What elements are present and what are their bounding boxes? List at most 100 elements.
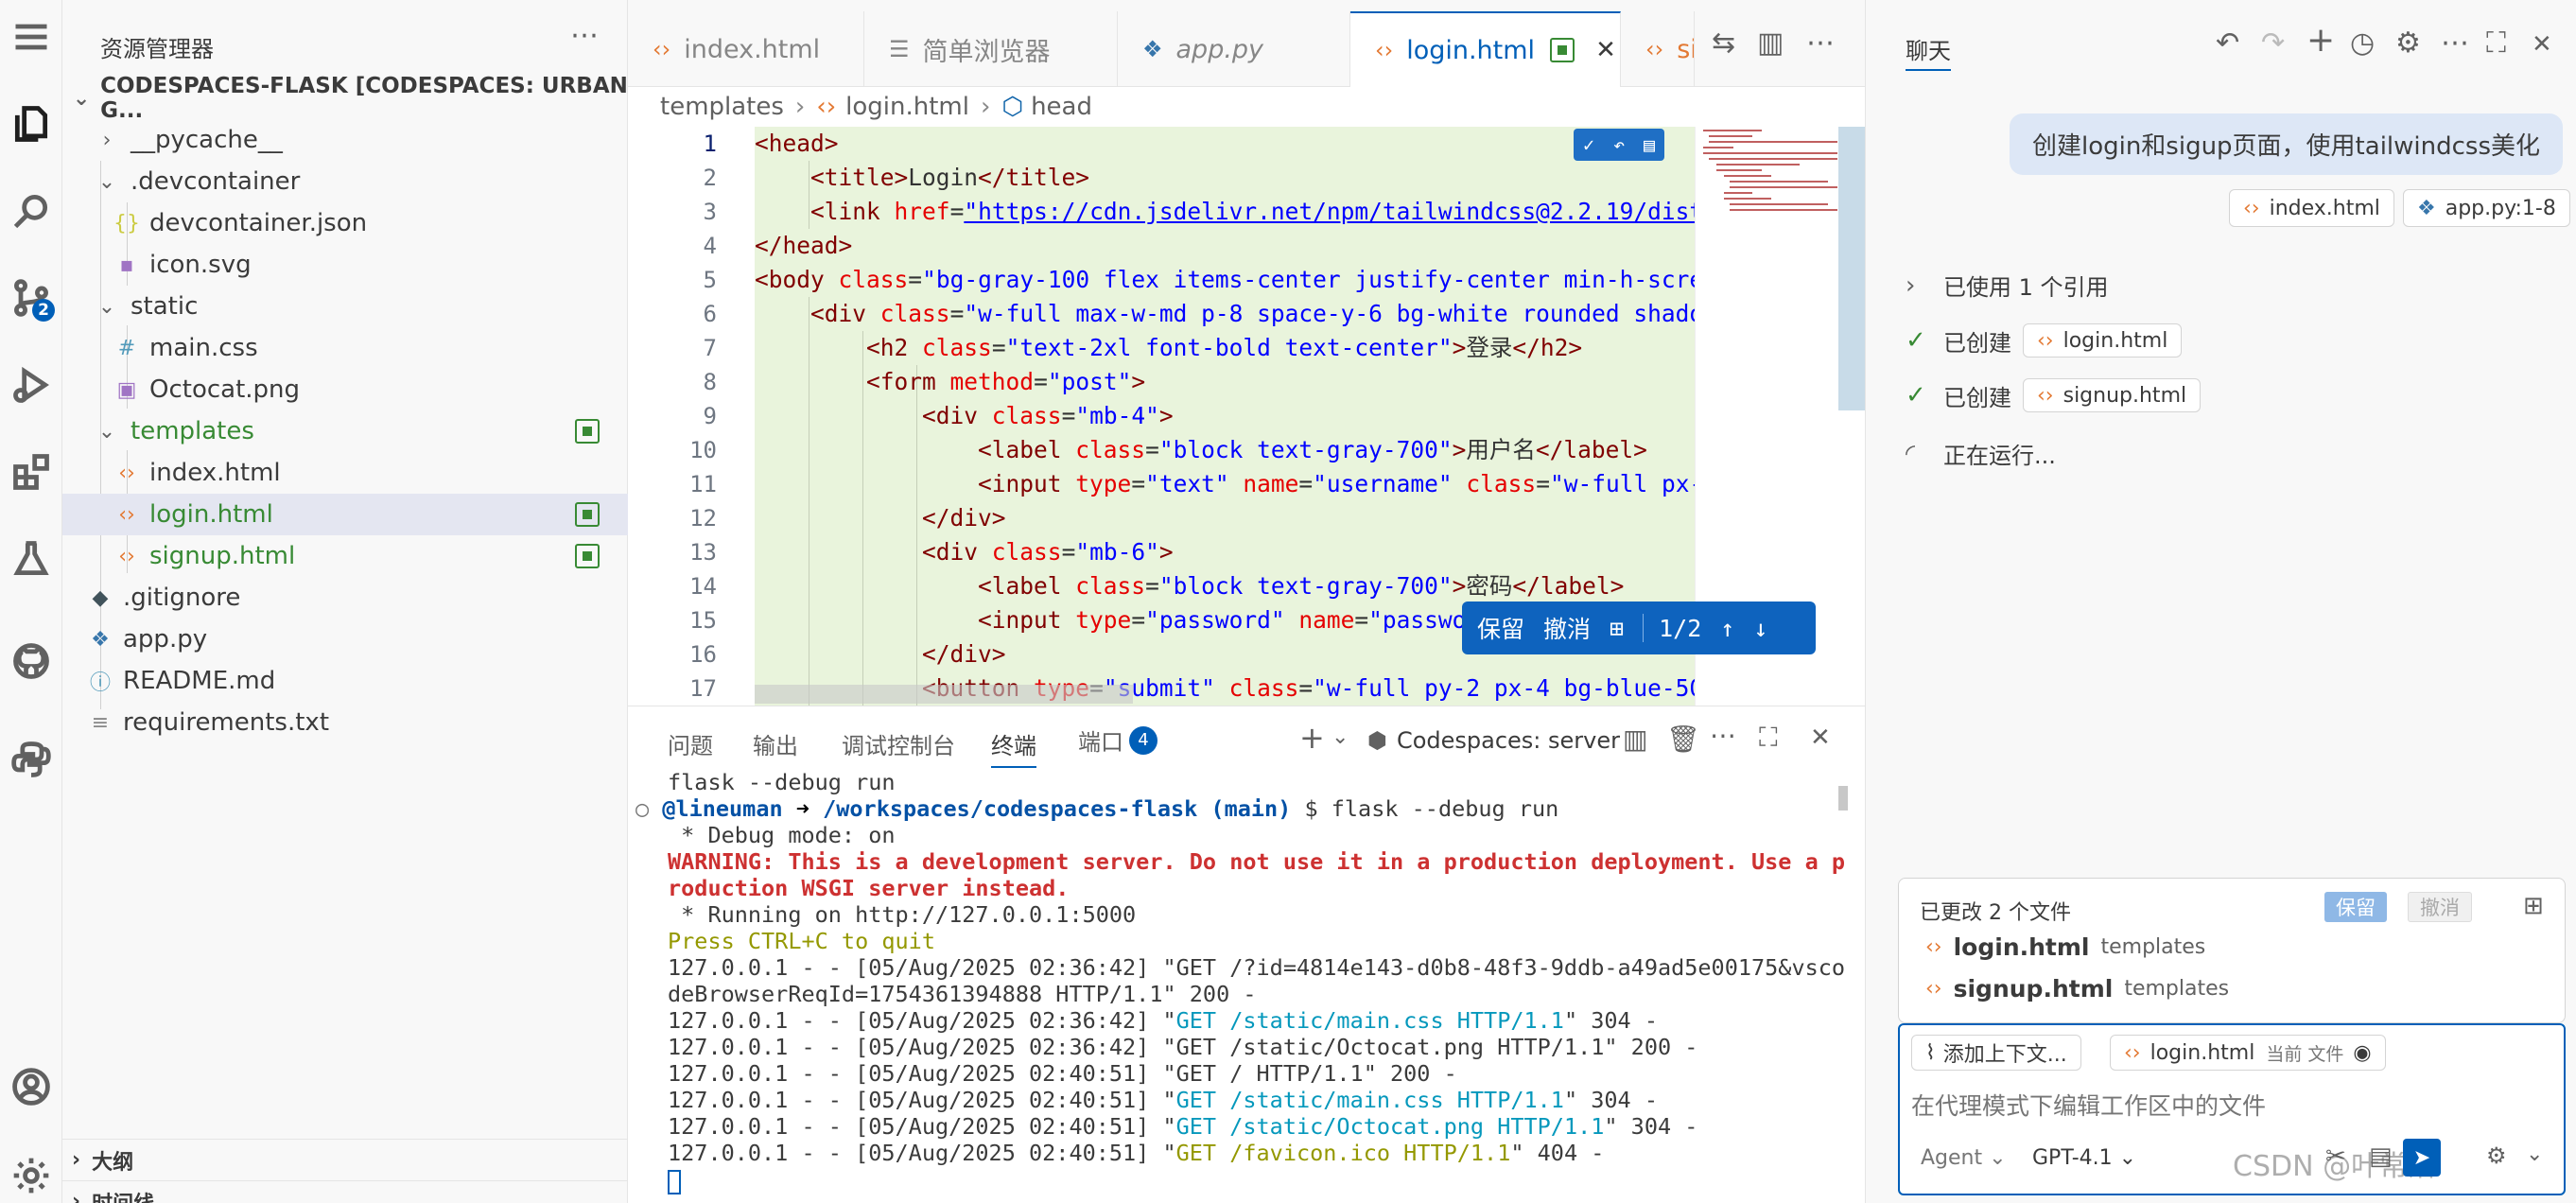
terminal-scrollbar[interactable]: [1838, 786, 1848, 811]
manage-button[interactable]: [0, 1144, 62, 1203]
tree-item-icon-svg[interactable]: ▪ icon.svg: [62, 244, 628, 286]
send-button[interactable]: ➤: [2403, 1139, 2441, 1177]
tab-terminal[interactable]: 终端: [991, 727, 1036, 768]
tree-item-octocat-png[interactable]: ▣ Octocat.png: [62, 369, 628, 410]
chevron-down-icon[interactable]: ⌄: [2526, 1142, 2543, 1166]
history-icon[interactable]: ◷: [2350, 26, 2375, 60]
maximize-panel-icon[interactable]: ⛶: [1759, 722, 1778, 754]
tree-item-devcontainer[interactable]: ⌄ .devcontainer: [62, 161, 628, 202]
inline-diff-toolbar[interactable]: ✓ ↶ ▤: [1574, 129, 1664, 161]
file-chip-signup[interactable]: ‹› signup.html: [2023, 378, 2202, 412]
more-actions-icon[interactable]: ⋯: [1806, 26, 1835, 60]
tree-item-signup-html[interactable]: ‹› signup.html: [62, 535, 628, 577]
mode-picker[interactable]: Agent ⌄: [1921, 1146, 2007, 1170]
changed-file-login[interactable]: ‹› login.html templates: [1925, 933, 2205, 961]
compare-changes-icon[interactable]: ⇆: [1712, 26, 1735, 60]
close-panel-icon[interactable]: ✕: [1810, 724, 1831, 752]
close-icon[interactable]: ✕: [2532, 30, 2552, 59]
breadcrumb-folder[interactable]: templates: [660, 93, 784, 121]
diff-icon[interactable]: ▤: [1644, 133, 1655, 156]
workspace-root[interactable]: ⌄ CODESPACES-FLASK [CODESPACES: URBAN G.…: [62, 74, 628, 123]
chat-title[interactable]: 聊天: [1906, 32, 1951, 71]
tree-item-readme[interactable]: ⓘ README.md: [62, 660, 628, 702]
tree-item-templates[interactable]: ⌄ templates: [62, 410, 628, 452]
tree-item-app-py[interactable]: ❖ app.py: [62, 619, 628, 660]
tab-signup-html[interactable]: ‹›sign: [1621, 11, 1695, 87]
chat-input[interactable]: 在代理模式下编辑工作区中的文件: [1911, 1088, 2266, 1122]
explorer-more-icon[interactable]: ⋯: [570, 19, 599, 52]
undo-icon[interactable]: ↶: [1613, 133, 1625, 156]
view-changes-icon[interactable]: ⊞: [2523, 892, 2544, 920]
split-editor-icon[interactable]: ▥: [1757, 26, 1784, 60]
reference-chip[interactable]: ‹› index.html: [2229, 189, 2394, 227]
tree-item-requirements[interactable]: ≡ requirements.txt: [62, 702, 628, 743]
tab-output[interactable]: 输出: [753, 727, 798, 760]
breadcrumb-file[interactable]: login.html: [845, 93, 969, 121]
new-terminal-icon[interactable]: +: [1299, 720, 1325, 756]
tree-item-gitignore[interactable]: ◆ .gitignore: [62, 577, 628, 619]
tab-simple-browser[interactable]: ☰ 简单浏览器: [864, 11, 1118, 87]
undo-icon[interactable]: ↶: [2216, 26, 2239, 60]
tab-app-py[interactable]: ❖ app.py: [1118, 11, 1350, 87]
menu-button[interactable]: [0, 6, 62, 68]
close-icon[interactable]: ✕: [1595, 36, 1616, 64]
tools-icon[interactable]: ✂: [2325, 1142, 2346, 1171]
more-actions-icon[interactable]: ⋯: [1710, 720, 1736, 751]
tree-item-login-html[interactable]: ‹› login.html: [62, 494, 628, 535]
run-debug-button[interactable]: [0, 354, 62, 416]
github-button[interactable]: [0, 630, 62, 692]
source-control-button[interactable]: 2: [0, 267, 62, 329]
tree-item-devcontainer-json[interactable]: {} devcontainer.json: [62, 202, 628, 244]
terminal-selector[interactable]: ⬢ Codespaces: server: [1367, 727, 1620, 754]
minimap-slider[interactable]: [1838, 127, 1865, 410]
terminal-output[interactable]: flask --debug run ○ @lineuman ➜ /workspa…: [628, 769, 1848, 1203]
diff-icon[interactable]: ⊞: [1610, 615, 1624, 642]
split-terminal-icon[interactable]: ▥: [1623, 724, 1647, 755]
gear-icon[interactable]: ⚙: [2395, 26, 2421, 60]
tab-login-html[interactable]: ‹› login.html ✕: [1350, 11, 1621, 87]
tree-item-main-css[interactable]: # main.css: [62, 327, 628, 369]
new-chat-icon[interactable]: +: [2306, 21, 2335, 60]
tab-index-html[interactable]: ‹› index.html: [628, 11, 864, 87]
tree-item-static[interactable]: ⌄ static: [62, 286, 628, 327]
code-editor[interactable]: 1 2 3 4 5 6 7 8 9 10 11 12 13 14 15 16 1…: [628, 127, 1865, 706]
current-file-chip[interactable]: ‹› login.html 当前 文件 ◉: [2110, 1035, 2386, 1071]
chevron-down-icon[interactable]: ⌄: [1332, 725, 1349, 749]
explorer-view-button[interactable]: [0, 93, 62, 155]
keep-button[interactable]: 保留: [1477, 611, 1524, 645]
maximize-icon[interactable]: ⛶: [2486, 26, 2506, 60]
horizontal-scrollbar[interactable]: [755, 685, 1133, 704]
undo-button[interactable]: 撤消: [1543, 611, 1591, 645]
tree-item-pycache[interactable]: › __pycache__: [62, 119, 628, 161]
python-button[interactable]: [0, 728, 62, 791]
changed-file-signup[interactable]: ‹› signup.html templates: [1925, 975, 2229, 1002]
undo-all-button[interactable]: 撤消: [2408, 892, 2472, 922]
eye-icon[interactable]: ◉: [2353, 1041, 2371, 1065]
model-picker[interactable]: GPT-4.1 ⌄: [2032, 1146, 2136, 1170]
tab-debug-console[interactable]: 调试控制台: [842, 727, 955, 760]
bottom-panel: 问题 输出 调试控制台 终端 端口 4 + ⌄ ⬢ Codespaces: serv…: [628, 706, 1865, 1203]
breadcrumb-symbol[interactable]: head: [1031, 93, 1092, 121]
references-used[interactable]: › 已使用 1 个引用: [1906, 269, 2109, 302]
keep-all-button[interactable]: 保留: [2324, 892, 2387, 922]
testing-button[interactable]: [0, 528, 62, 590]
check-icon[interactable]: ✓: [1583, 133, 1594, 156]
attach-icon[interactable]: ▤: [2369, 1142, 2393, 1171]
tab-ports[interactable]: 端口 4: [1078, 724, 1157, 757]
settings-icon[interactable]: ⚙: [2486, 1142, 2507, 1169]
next-change-icon[interactable]: ↓: [1753, 615, 1767, 642]
previous-change-icon[interactable]: ↑: [1720, 615, 1734, 642]
timeline-section[interactable]: › 时间线: [62, 1180, 628, 1203]
tree-item-index-html[interactable]: ‹› index.html: [62, 452, 628, 494]
accounts-button[interactable]: [0, 1055, 62, 1118]
extensions-button[interactable]: [0, 441, 62, 503]
tab-problems[interactable]: 问题: [668, 727, 713, 760]
reference-chip[interactable]: ❖ app.py:1-8: [2403, 189, 2570, 227]
trash-icon[interactable]: 🗑: [1666, 724, 1700, 755]
search-view-button[interactable]: [0, 180, 62, 242]
more-actions-icon[interactable]: ⋯: [2441, 26, 2469, 60]
redo-icon[interactable]: ↷: [2261, 26, 2285, 60]
outline-section[interactable]: › 大纲: [62, 1139, 628, 1180]
add-context-button[interactable]: ⌇ 添加上下文...: [1911, 1035, 2081, 1071]
file-chip-login[interactable]: ‹› login.html: [2023, 323, 2183, 357]
